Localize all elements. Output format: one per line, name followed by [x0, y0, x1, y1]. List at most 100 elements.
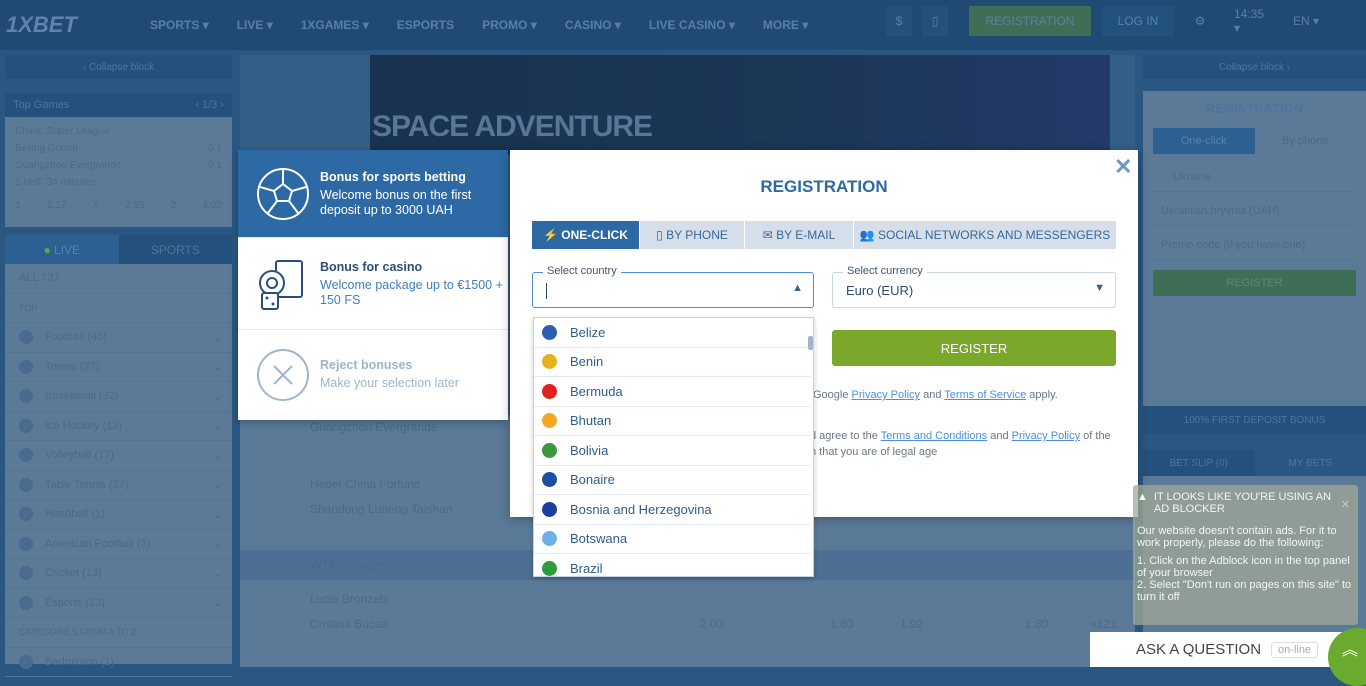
time-display[interactable]: 14:35 ▾: [1234, 6, 1270, 36]
logo[interactable]: 1XBET: [6, 12, 136, 38]
team-name[interactable]: Shandong Luneng Taishan: [310, 502, 453, 516]
chevron-down-icon[interactable]: ⌄: [213, 478, 222, 491]
currency-select[interactable]: Ukrainian hryvnia (UAH): [1153, 198, 1356, 226]
collapse-left-button[interactable]: ‹ Collapse block: [5, 55, 232, 79]
first-deposit-bonus[interactable]: 100% FIRST DEPOSIT BONUS: [1143, 406, 1366, 434]
top-games-pager[interactable]: ‹ 1/3 ›: [195, 99, 224, 111]
chevron-down-icon[interactable]: ⌄: [213, 419, 222, 432]
sport-item[interactable]: Table Tennis (37)⌄: [5, 471, 232, 501]
country-option[interactable]: Belize: [534, 318, 810, 348]
odd-value[interactable]: 1.80: [830, 617, 853, 631]
sport-item[interactable]: Basketball (32)⌄: [5, 382, 232, 412]
promo-input[interactable]: Promo code (if you have one): [1153, 232, 1356, 260]
header-login-button[interactable]: LOG IN: [1102, 6, 1174, 36]
odd-value[interactable]: +121: [1090, 617, 1117, 631]
privacy-policy-link-2[interactable]: Privacy Policy: [1012, 430, 1080, 442]
sport-item[interactable]: Cricket (13)⌄: [5, 559, 232, 589]
sport-item-badminton[interactable]: Badminton (1): [5, 648, 232, 678]
country-option[interactable]: Benin: [534, 348, 810, 378]
tab-social-networks[interactable]: 👥 SOCIAL NETWORKS AND MESSENGERS: [854, 221, 1116, 249]
chevron-down-icon[interactable]: ⌄: [213, 360, 222, 373]
sport-item[interactable]: Esports (13)⌄: [5, 589, 232, 619]
chevron-down-icon[interactable]: ⌄: [213, 449, 222, 462]
text: Google: [813, 389, 848, 401]
league-name[interactable]: WTA. Limoges: [310, 558, 388, 572]
terms-conditions-link[interactable]: Terms and Conditions: [881, 430, 987, 442]
country-option[interactable]: Bermuda: [534, 377, 810, 407]
close-icon[interactable]: ✕: [1341, 499, 1350, 511]
odd-value[interactable]: 1.80: [1025, 617, 1048, 631]
country-option[interactable]: Bhutan: [534, 407, 810, 437]
dropdown-scrollbar[interactable]: [808, 336, 813, 350]
privacy-policy-link[interactable]: Privacy Policy: [852, 389, 920, 401]
chevron-down-icon[interactable]: ⌄: [213, 567, 222, 580]
terms-of-service-link[interactable]: Terms of Service: [944, 389, 1026, 401]
chevron-down-icon[interactable]: ⌄: [213, 331, 222, 344]
country-input[interactable]: [546, 283, 547, 299]
country-option[interactable]: Brazil: [534, 554, 810, 577]
ask-question-widget[interactable]: ASK A QUESTION on-line ︽: [1090, 632, 1366, 667]
sport-item[interactable]: Tennis (27)⌄: [5, 353, 232, 383]
mobile-icon[interactable]: ▯: [922, 6, 948, 36]
nav-esports[interactable]: ESPORTS: [383, 18, 468, 32]
text: and: [990, 430, 1008, 442]
tab-by-email[interactable]: ✉ BY E-MAIL: [745, 221, 854, 249]
country-select[interactable]: Ukraine: [1153, 164, 1356, 192]
nav-casino[interactable]: CASINO ▾: [551, 18, 635, 32]
by-phone-tab[interactable]: By phone: [1255, 128, 1357, 154]
header-registration-button[interactable]: REGISTRATION: [969, 6, 1091, 36]
tab-by-phone[interactable]: ▯ BY PHONE: [640, 221, 745, 249]
chevron-down-icon[interactable]: ⌄: [213, 596, 222, 609]
chevron-down-icon[interactable]: ⌄: [213, 537, 222, 550]
odd-value[interactable]: 4.02: [203, 197, 222, 214]
sport-item[interactable]: Ice Hockey (13)⌄: [5, 412, 232, 442]
nav-live[interactable]: LIVE ▾: [223, 18, 287, 32]
tab-sports[interactable]: SPORTS: [119, 235, 233, 264]
sport-item[interactable]: Handball (1)⌄: [5, 500, 232, 530]
one-click-tab[interactable]: One-click: [1153, 128, 1255, 154]
chevron-down-icon[interactable]: ⌄: [213, 390, 222, 403]
odd-value[interactable]: 2.17: [47, 197, 66, 214]
odd-value[interactable]: 2.00: [700, 617, 723, 631]
chevron-up-icon[interactable]: ▲: [792, 282, 803, 294]
bonus-sports-option[interactable]: Bonus for sports bettingWelcome bonus on…: [238, 150, 508, 238]
country-dropdown[interactable]: BelizeBeninBermudaBhutanBoliviaBonaireBo…: [533, 317, 814, 577]
all-count[interactable]: ALL 737: [5, 264, 232, 294]
settings-icon[interactable]: ⚙: [1190, 6, 1210, 36]
country-option[interactable]: Botswana: [534, 525, 810, 555]
country-option[interactable]: Bonaire: [534, 466, 810, 496]
sport-item[interactable]: Football (45)⌄: [5, 323, 232, 353]
sport-item[interactable]: American Football (2)⌄: [5, 530, 232, 560]
nav-promo[interactable]: PROMO ▾: [468, 18, 551, 32]
bonus-casino-option[interactable]: Bonus for casinoWelcome package up to €1…: [238, 238, 508, 330]
language-select[interactable]: EN ▾: [1292, 6, 1320, 36]
country-option[interactable]: Bolivia: [534, 436, 810, 466]
odd-value[interactable]: 1.92: [900, 617, 923, 631]
country-option[interactable]: Bosnia and Herzegovina: [534, 495, 810, 525]
my-bets-tab[interactable]: MY BETS: [1255, 450, 1366, 476]
nav-1xgames[interactable]: 1XGAMES ▾: [287, 18, 383, 32]
nav-more[interactable]: MORE ▾: [749, 18, 822, 32]
odd-value[interactable]: 2.95: [125, 197, 144, 214]
team-name[interactable]: Hebei China Fortune: [310, 477, 421, 491]
quick-register-button[interactable]: REGISTER: [1153, 270, 1356, 296]
chevron-up-double-icon[interactable]: ︽: [1328, 628, 1366, 686]
top-game-card[interactable]: China. Super League Beijing Guoan0 1 Gua…: [5, 117, 232, 227]
country-select[interactable]: Select country ▲: [532, 272, 814, 308]
recaptcha-notice: Google Privacy Policy and Terms of Servi…: [813, 389, 1058, 401]
nav-sports[interactable]: SPORTS ▾: [136, 18, 223, 32]
bet-slip-tab[interactable]: BET SLIP (0): [1143, 450, 1255, 476]
chevron-down-icon[interactable]: ⌄: [213, 508, 222, 521]
currency-select[interactable]: Select currency Euro (EUR) ▼: [832, 272, 1116, 308]
tab-live[interactable]: ● LIVE: [5, 235, 119, 264]
player-name[interactable]: Lucia Bronzetti: [310, 592, 389, 606]
reject-bonuses-option[interactable]: Reject bonusesMake your selection later: [238, 330, 508, 419]
nav-live-casino[interactable]: LIVE CASINO ▾: [635, 18, 749, 32]
tab-one-click[interactable]: ⚡ ONE-CLICK: [532, 221, 640, 249]
team-name[interactable]: Guangzhou Evergrande: [310, 420, 437, 434]
dollar-icon[interactable]: $: [886, 6, 912, 36]
register-button[interactable]: REGISTER: [832, 330, 1116, 366]
collapse-right-button[interactable]: Collapse block ›: [1143, 55, 1366, 79]
sport-item[interactable]: Volleyball (17)⌄: [5, 441, 232, 471]
player-name[interactable]: Cristina Bucsa: [310, 617, 387, 631]
